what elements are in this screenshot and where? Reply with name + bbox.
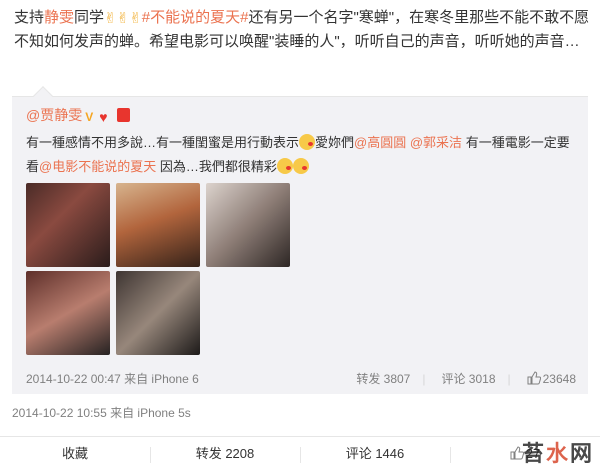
repost-like-link[interactable]: 23648: [527, 371, 576, 386]
mention-link[interactable]: @郭采洁: [410, 135, 462, 150]
photo-thumbnail[interactable]: [206, 183, 290, 267]
kiss-emoji: [292, 158, 309, 174]
repost-text: 有一種感情不用多說…有一種閨蜜是用行動表示 愛妳們@高圓圓 @郭采洁 有一種電影一…: [26, 131, 578, 179]
hashtag-link[interactable]: #不能说的夏天#: [142, 9, 249, 26]
repost-stats: 转发 3807 | 评论 3018 | 23648: [340, 369, 576, 389]
post-text: 支持静雯同学✌✌✌#不能说的夏天#还有另一个名字"寒蝉"，在寒冬里那些不能不敢不…: [14, 6, 594, 54]
red-envelope-icon: [117, 108, 131, 122]
repost-text-part2: 愛妳們: [315, 135, 355, 150]
photo-thumbnail[interactable]: [26, 271, 110, 355]
repost-author-link[interactable]: @贾静雯: [26, 107, 82, 123]
repost-forward-link[interactable]: 转发 3807: [356, 372, 410, 386]
watermark-char: 网: [569, 441, 594, 466]
action-bar: 收藏 转发 2208 评论 1446 27: [0, 436, 600, 472]
watermark-logo: 苔水网: [522, 436, 594, 468]
photo-thumbnail[interactable]: [26, 183, 110, 267]
verified-v-icon: V: [85, 110, 94, 124]
photo-thumbnail[interactable]: [116, 271, 200, 355]
divider: |: [422, 372, 426, 386]
kiss-emoji: [299, 134, 316, 150]
mention-link[interactable]: 静雯: [44, 9, 74, 26]
repost-card: @贾静雯 V ♥ 有一種感情不用多說…有一種閨蜜是用行動表示 愛妳們@高圓圓 @郭采洁…: [12, 86, 588, 394]
mention-link[interactable]: @电影不能说的夏天: [39, 159, 156, 174]
victory-hand-emoji: ✌: [104, 10, 117, 27]
watermark-char: 苔: [521, 441, 546, 466]
repost-footer: 2014-10-22 00:47 来自 iPhone 6 转发 3807 | 评论 …: [26, 369, 576, 389]
forward-button[interactable]: 转发 2208: [150, 437, 300, 472]
photo-thumbnail[interactable]: [116, 183, 200, 267]
repost-text-part4: 因為…我們都很精彩: [159, 159, 277, 174]
heart-icon: ♥: [99, 109, 108, 125]
repost-comment-link[interactable]: 评论 3018: [441, 372, 495, 386]
favorite-button[interactable]: 收藏: [0, 437, 150, 472]
repost-like-count: 23648: [542, 372, 576, 386]
comment-button[interactable]: 评论 1446: [300, 437, 450, 472]
kiss-emoji: [276, 158, 293, 174]
post-text-prefix: 支持: [14, 9, 45, 26]
victory-hand-emoji: ✌: [129, 10, 142, 27]
divider: |: [507, 372, 511, 386]
victory-hand-emoji: ✌: [116, 10, 130, 27]
repost-author-line: @贾静雯 V ♥: [26, 105, 131, 125]
repost-meta: 2014-10-22 00:47 来自 iPhone 6: [26, 372, 199, 386]
mention-link[interactable]: @高圓圓: [354, 135, 406, 150]
repost-caret: [33, 86, 53, 106]
post-text-after-mention: 同学: [74, 9, 105, 26]
watermark-char: 水: [545, 441, 570, 466]
post-meta: 2014-10-22 10:55 来自 iPhone 5s: [12, 406, 191, 420]
like-thumb-icon: [527, 371, 541, 385]
repost-text-part1: 有一種感情不用多說…有一種閨蜜是用行動表示: [26, 135, 300, 150]
